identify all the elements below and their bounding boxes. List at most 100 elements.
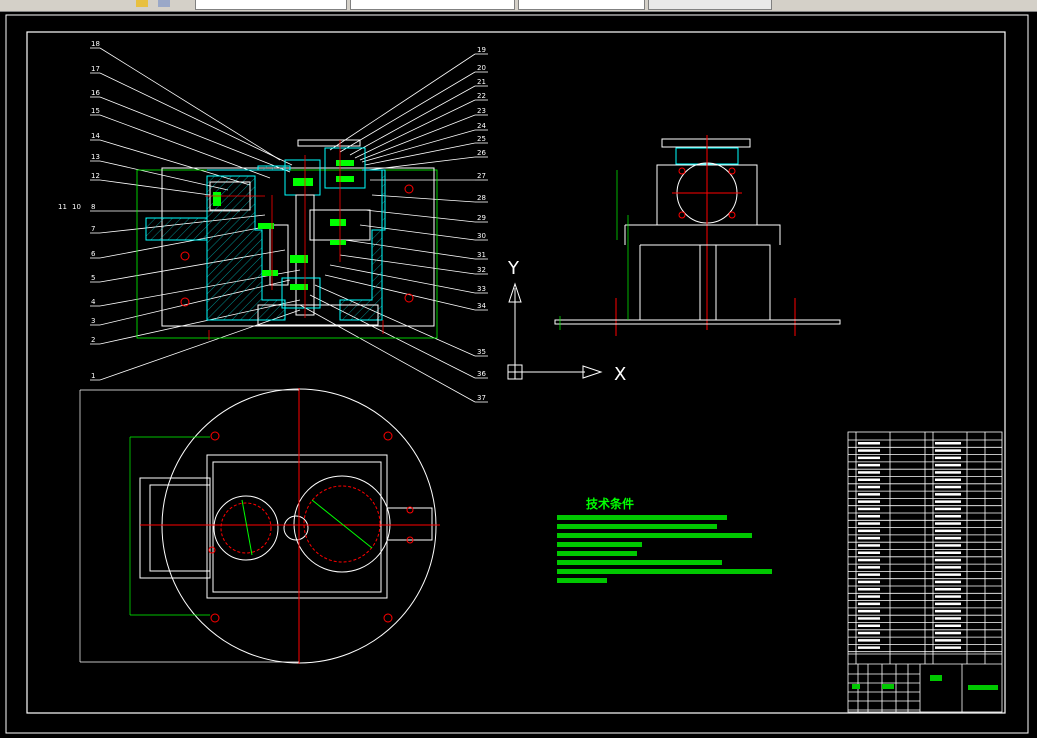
parts-list-cell bbox=[935, 580, 961, 584]
part-number-label: 13 bbox=[91, 153, 100, 161]
parts-list-cell bbox=[858, 536, 880, 540]
drawing-canvas[interactable]: 181716151413128765432111 1019202122232425… bbox=[0, 12, 1037, 738]
part-number-label: 27 bbox=[477, 172, 486, 180]
part-number-label: 31 bbox=[477, 251, 486, 259]
part-number-label: 7 bbox=[91, 225, 95, 233]
parts-list-cell bbox=[858, 631, 880, 635]
toolbar-dropdown-lineweight[interactable] bbox=[648, 0, 772, 10]
parts-list-cell bbox=[935, 646, 961, 649]
part-number-label: 32 bbox=[477, 266, 486, 274]
part-number-label: 21 bbox=[477, 78, 486, 86]
parts-list-cell bbox=[935, 536, 961, 540]
parts-list-cell bbox=[935, 493, 961, 496]
part-number-label: 5 bbox=[91, 274, 95, 282]
parts-list-cell bbox=[858, 624, 880, 627]
part-number-label: 6 bbox=[91, 250, 96, 258]
parts-list-cell bbox=[935, 529, 961, 533]
layer-state-icon[interactable] bbox=[158, 0, 170, 7]
parts-list-cell bbox=[858, 500, 880, 503]
tech-requirements-title: 技术条件 bbox=[586, 496, 634, 511]
parts-list-cell bbox=[858, 573, 880, 576]
parts-list-cell bbox=[935, 500, 961, 503]
parts-list-cell bbox=[858, 558, 880, 562]
y-axis-label: Y bbox=[507, 258, 520, 279]
parts-list-cell bbox=[858, 595, 880, 598]
parts-list-cell bbox=[858, 442, 880, 445]
cad-toolbar bbox=[0, 0, 1037, 12]
part-number-label: 20 bbox=[477, 64, 486, 72]
parts-list-cell bbox=[935, 602, 961, 606]
parts-list-cell bbox=[935, 558, 961, 562]
parts-list-cell bbox=[858, 646, 880, 649]
parts-list-cell bbox=[858, 551, 880, 554]
parts-list-cell bbox=[935, 478, 961, 481]
part-number-label: 30 bbox=[477, 232, 486, 240]
parts-list-cell bbox=[858, 456, 880, 460]
part-number-label: 37 bbox=[477, 394, 486, 402]
parts-list-cell bbox=[858, 639, 880, 642]
toolbar-dropdown-linetype[interactable] bbox=[518, 0, 645, 10]
parts-list-cell bbox=[935, 449, 961, 452]
x-axis-label: X bbox=[614, 364, 626, 385]
parts-list-cell bbox=[858, 515, 880, 518]
parts-list-cell bbox=[858, 478, 880, 481]
part-number-label: 4 bbox=[91, 298, 96, 306]
parts-list-cell bbox=[935, 442, 961, 445]
parts-list-cell bbox=[935, 595, 961, 598]
part-number-label: 18 bbox=[91, 40, 100, 48]
toolbar-dropdown-color[interactable] bbox=[350, 0, 515, 10]
part-number-label: 36 bbox=[477, 370, 486, 378]
parts-list-cell bbox=[858, 522, 880, 525]
part-number-label: 22 bbox=[477, 92, 486, 100]
parts-list-cell bbox=[935, 609, 961, 613]
parts-list-cell bbox=[935, 471, 961, 474]
parts-list-cell bbox=[858, 529, 880, 533]
parts-list-cell bbox=[935, 463, 961, 467]
parts-list-cell bbox=[858, 471, 880, 474]
part-number-label: 3 bbox=[91, 317, 95, 325]
part-number-label: 19 bbox=[477, 46, 486, 54]
parts-list-cell bbox=[935, 617, 961, 620]
parts-list-cell bbox=[858, 493, 880, 496]
part-number-label: 35 bbox=[477, 348, 486, 356]
parts-list-cell bbox=[935, 507, 961, 511]
part-number-label: 16 bbox=[91, 89, 100, 97]
layer-icon[interactable] bbox=[136, 0, 148, 7]
parts-list-cell bbox=[935, 544, 961, 547]
parts-list-cell bbox=[935, 515, 961, 518]
parts-list-cell bbox=[935, 631, 961, 635]
part-number-label: 2 bbox=[91, 336, 95, 344]
part-number-label: 12 bbox=[91, 172, 100, 180]
part-number-label: 1 bbox=[91, 372, 95, 380]
parts-list-cell bbox=[935, 456, 961, 460]
parts-list-cell bbox=[858, 463, 880, 467]
part-number-label: 17 bbox=[91, 65, 100, 73]
part-number-label: 11 bbox=[58, 203, 67, 211]
parts-list-cell bbox=[935, 566, 961, 569]
toolbar-dropdown-layer[interactable] bbox=[195, 0, 347, 10]
parts-list-cell bbox=[858, 449, 880, 452]
parts-list-cell bbox=[858, 580, 880, 584]
part-number-label: 26 bbox=[477, 149, 486, 157]
parts-list-cell bbox=[858, 588, 880, 591]
parts-list-cell bbox=[858, 566, 880, 569]
parts-list-cell bbox=[935, 624, 961, 627]
parts-list-cell bbox=[935, 551, 961, 554]
parts-list-cell bbox=[858, 609, 880, 613]
parts-list-cell bbox=[858, 602, 880, 606]
parts-list-cell bbox=[935, 573, 961, 576]
part-number-label: 25 bbox=[477, 135, 486, 143]
part-number-label: 15 bbox=[91, 107, 100, 115]
part-number-label: 10 bbox=[72, 203, 81, 211]
part-number-label: 33 bbox=[477, 285, 486, 293]
part-number-label: 34 bbox=[477, 302, 486, 310]
parts-list-cell bbox=[858, 544, 880, 547]
part-number-label: 8 bbox=[91, 203, 95, 211]
parts-list-cell bbox=[858, 485, 880, 489]
parts-list-cell bbox=[935, 485, 961, 489]
part-number-label: 29 bbox=[477, 214, 486, 222]
part-number-label: 14 bbox=[91, 132, 100, 140]
parts-list-cell bbox=[935, 588, 961, 591]
parts-list-cell bbox=[935, 522, 961, 525]
part-number-label: 28 bbox=[477, 194, 486, 202]
